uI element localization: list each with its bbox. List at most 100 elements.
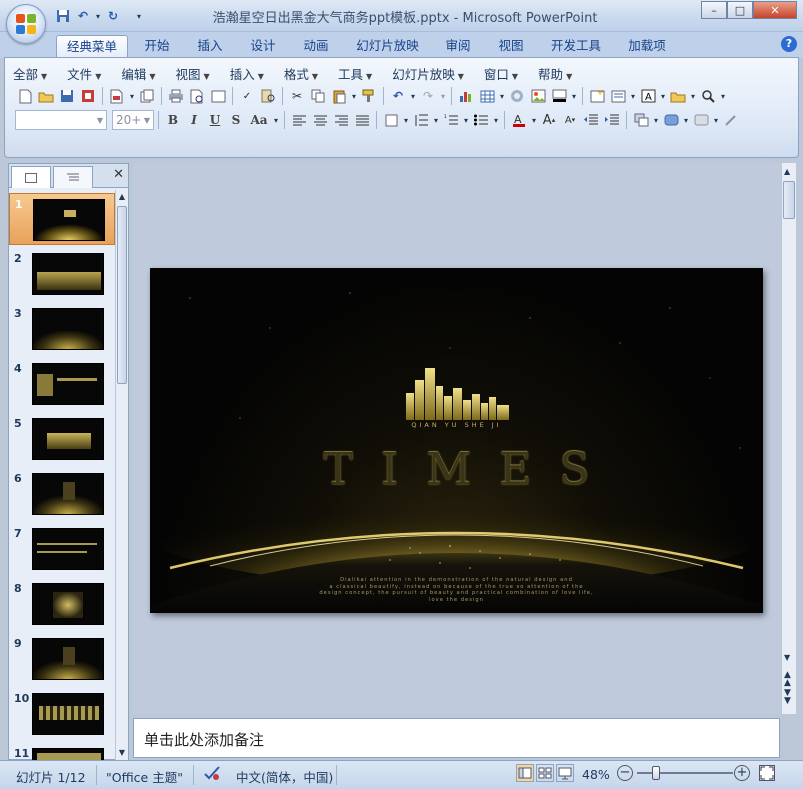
- dropdown-arrow-icon[interactable]: ▾: [128, 86, 136, 106]
- font-color-icon[interactable]: A: [509, 110, 529, 130]
- bullets-icon[interactable]: [471, 110, 491, 130]
- menu-window[interactable]: 窗口 ▼: [484, 64, 518, 82]
- slide-thumbnail[interactable]: 9: [9, 633, 115, 685]
- print-icon[interactable]: [166, 86, 186, 106]
- dropdown-arrow-icon[interactable]: ▾: [652, 110, 660, 130]
- dropdown-arrow-icon[interactable]: ▾: [659, 86, 667, 106]
- dropdown-arrow-icon[interactable]: ▾: [682, 110, 690, 130]
- next-slide-icon[interactable]: ▼ ▼: [784, 689, 791, 706]
- fill-color-icon[interactable]: [549, 86, 569, 106]
- dropdown-arrow-icon[interactable]: ▾: [402, 110, 410, 130]
- normal-view-icon[interactable]: [516, 764, 534, 782]
- menu-insert[interactable]: 插入 ▼: [230, 64, 264, 82]
- dropdown-arrow-icon[interactable]: ▾: [350, 86, 358, 106]
- table-icon[interactable]: [477, 86, 497, 106]
- text-direction-icon[interactable]: [381, 110, 401, 130]
- layout-icon[interactable]: [608, 86, 628, 106]
- tab-slideshow[interactable]: 幻灯片放映: [350, 35, 425, 58]
- slide-thumbnail[interactable]: 3: [9, 303, 115, 355]
- menu-view[interactable]: 视图 ▼: [176, 64, 210, 82]
- office-button[interactable]: [6, 4, 46, 44]
- arrange-icon[interactable]: [631, 110, 651, 130]
- picture-icon[interactable]: [528, 86, 548, 106]
- menu-all[interactable]: 全部 ▼: [13, 64, 47, 82]
- undo-icon[interactable]: ↶: [388, 86, 408, 106]
- zoom-in-icon[interactable]: +: [734, 765, 750, 781]
- scroll-down-icon[interactable]: ▼: [117, 748, 127, 758]
- close-panel-icon[interactable]: ✕: [113, 167, 124, 182]
- zoom-level[interactable]: 48%: [582, 767, 610, 782]
- shrink-font-icon[interactable]: A ▾: [560, 110, 580, 130]
- tab-addins[interactable]: 加载项: [621, 35, 673, 58]
- font-size-select[interactable]: 20+ ▼: [112, 110, 154, 130]
- format-painter-icon[interactable]: [359, 86, 379, 106]
- fit-to-window-icon[interactable]: [759, 765, 775, 781]
- dropdown-arrow-icon[interactable]: ▾: [689, 86, 697, 106]
- spell-check-icon[interactable]: [203, 765, 221, 784]
- zoom-slider-thumb[interactable]: [652, 766, 660, 780]
- dropdown-arrow-icon[interactable]: ▾: [629, 86, 637, 106]
- dropdown-arrow-icon[interactable]: ▾: [272, 110, 280, 130]
- menu-edit[interactable]: 编辑 ▼: [121, 64, 155, 82]
- numbering-icon[interactable]: 1: [441, 110, 461, 130]
- scroll-thumb[interactable]: [783, 181, 795, 219]
- align-center-icon[interactable]: [310, 110, 330, 130]
- minimize-button[interactable]: –: [701, 1, 727, 19]
- justify-icon[interactable]: [352, 110, 372, 130]
- tab-developer[interactable]: 开发工具: [544, 35, 608, 58]
- publish-icon[interactable]: [137, 86, 157, 106]
- language-status[interactable]: 中文(简体，中国): [236, 767, 333, 786]
- cut-icon[interactable]: ✂: [287, 86, 307, 106]
- dropdown-arrow-icon[interactable]: ▾: [570, 86, 578, 106]
- decrease-indent-icon[interactable]: [581, 110, 601, 130]
- new-slide-icon[interactable]: [587, 86, 607, 106]
- paste-icon[interactable]: [329, 86, 349, 106]
- print-preview-icon[interactable]: [187, 86, 207, 106]
- chart-icon[interactable]: [456, 86, 476, 106]
- slide-sorter-icon[interactable]: [536, 764, 554, 782]
- repeat-icon[interactable]: ↻: [104, 7, 122, 25]
- tab-review[interactable]: 审阅: [438, 35, 478, 58]
- slideshow-view-icon[interactable]: [556, 764, 574, 782]
- dropdown-arrow-icon[interactable]: ▾: [712, 110, 720, 130]
- page-setup-icon[interactable]: [208, 86, 228, 106]
- tab-animation[interactable]: 动画: [296, 35, 336, 58]
- italic-button[interactable]: I: [184, 110, 204, 130]
- tab-outline[interactable]: [53, 166, 93, 188]
- font-name-select[interactable]: ▼: [15, 110, 107, 130]
- copy-icon[interactable]: [308, 86, 328, 106]
- open-folder-icon[interactable]: [36, 86, 56, 106]
- change-case-button[interactable]: Aa: [247, 110, 271, 130]
- dropdown-arrow-icon[interactable]: ▾: [432, 110, 440, 130]
- tab-slides[interactable]: [11, 166, 51, 188]
- slide-thumbnail[interactable]: 1: [9, 193, 115, 245]
- permission-icon[interactable]: [78, 86, 98, 106]
- menu-format[interactable]: 格式 ▼: [284, 64, 318, 82]
- new-file-icon[interactable]: [15, 86, 35, 106]
- align-right-icon[interactable]: [331, 110, 351, 130]
- slide-thumbnail[interactable]: 7: [9, 523, 115, 575]
- customize-qat-icon[interactable]: ▾: [130, 7, 148, 25]
- close-button[interactable]: ✕: [753, 1, 797, 19]
- slide-thumbnail[interactable]: 4: [9, 358, 115, 410]
- scroll-up-icon[interactable]: ▲: [117, 192, 127, 202]
- scroll-thumb[interactable]: [117, 206, 127, 384]
- undo-dropdown-icon[interactable]: ▾: [94, 7, 102, 25]
- dropdown-arrow-icon[interactable]: ▾: [498, 86, 506, 106]
- dropdown-arrow-icon[interactable]: ▾: [719, 86, 727, 106]
- theme-status[interactable]: "Office 主题": [106, 767, 183, 786]
- bold-button[interactable]: B: [163, 110, 183, 130]
- scroll-down-icon[interactable]: ▼: [784, 653, 790, 662]
- slide-thumbnail[interactable]: 11: [9, 743, 115, 760]
- align-left-icon[interactable]: [289, 110, 309, 130]
- undo-icon[interactable]: ↶: [74, 7, 92, 25]
- dropdown-arrow-icon[interactable]: ▾: [530, 110, 538, 130]
- slide-thumbnail[interactable]: 5: [9, 413, 115, 465]
- dropdown-arrow-icon[interactable]: ▾: [409, 86, 417, 106]
- export-pdf-icon[interactable]: [107, 86, 127, 106]
- current-slide[interactable]: QIAN YU SHE JI TIMES Dialikai attention …: [150, 268, 763, 613]
- tab-insert[interactable]: 插入: [190, 35, 230, 58]
- save-icon[interactable]: [57, 86, 77, 106]
- tab-home[interactable]: 开始: [137, 35, 177, 58]
- slide-thumbnail[interactable]: 10: [9, 688, 115, 740]
